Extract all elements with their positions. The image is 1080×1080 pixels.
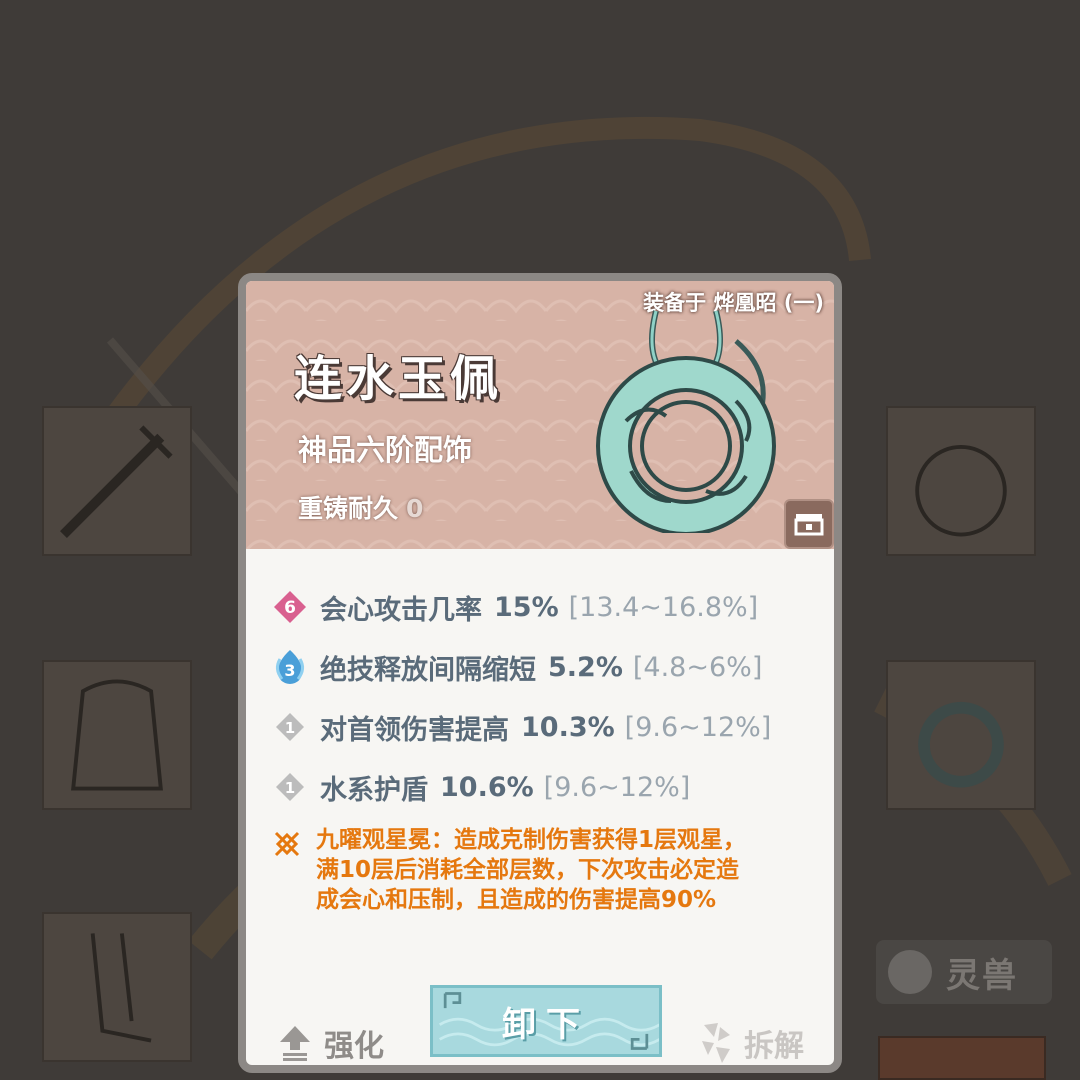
spirit-beast-button[interactable]: 灵兽 bbox=[876, 940, 1052, 1004]
special-effect: 九曜观星冕：造成克制伤害获得1层观星， 满10层后消耗全部层数，下次攻击必定造 … bbox=[272, 825, 812, 915]
unequip-label: 卸下 bbox=[502, 1004, 590, 1045]
badge-number: 1 bbox=[285, 719, 295, 737]
stat-label: 对首领伤害提高 bbox=[320, 714, 509, 746]
durability-label: 重铸耐久 bbox=[298, 494, 399, 523]
badge-number: 3 bbox=[284, 661, 295, 680]
dismantle-label: 拆解 bbox=[744, 1029, 804, 1064]
equipment-slot-accessory[interactable] bbox=[886, 660, 1036, 810]
stat-range: [13.4~16.8%] bbox=[568, 591, 759, 623]
badge-number: 6 bbox=[284, 598, 296, 618]
lock-button[interactable] bbox=[784, 499, 834, 549]
stat-range: [4.8~6%] bbox=[632, 651, 763, 683]
stat-row: 1 水系护盾 10.6% [9.6~12%] bbox=[272, 757, 832, 817]
shatter-icon bbox=[702, 1023, 730, 1063]
stat-value: 10.3% bbox=[521, 711, 615, 743]
item-type: 神品六阶配饰 bbox=[298, 433, 473, 467]
special-effect-line: 九曜观星冕：造成克制伤害获得1层观星， bbox=[316, 827, 747, 853]
durability-value: 0 bbox=[406, 494, 424, 523]
stat-label: 绝技释放间隔缩短 bbox=[320, 654, 536, 686]
equipment-slot-weapon[interactable] bbox=[42, 406, 192, 556]
stat-row: 6 会心攻击几率 15% [13.4~16.8%] bbox=[272, 577, 832, 637]
lock-icon bbox=[794, 514, 824, 536]
tier-1-badge-icon: 1 bbox=[276, 773, 304, 801]
enhance-button[interactable]: 强化 bbox=[278, 1021, 384, 1065]
stat-range: [9.6~12%] bbox=[543, 771, 691, 803]
equipment-slot-boots[interactable] bbox=[42, 912, 192, 1062]
stats-list: 6 会心攻击几率 15% [13.4~16.8%] 3 绝技释放间隔缩短 5.2… bbox=[272, 577, 832, 817]
up-arrow-icon bbox=[280, 1026, 310, 1061]
stat-range: [9.6~12%] bbox=[624, 711, 772, 743]
jade-pendant-icon bbox=[596, 310, 776, 533]
stat-label: 水系护盾 bbox=[320, 774, 428, 806]
stat-value: 10.6% bbox=[440, 771, 534, 803]
stat-row: 1 对首领伤害提高 10.3% [9.6~12%] bbox=[272, 697, 832, 757]
equipment-slot-pouch[interactable] bbox=[886, 406, 1036, 556]
equipment-slot-armor[interactable] bbox=[42, 660, 192, 810]
enhance-label: 强化 bbox=[324, 1029, 384, 1064]
special-effect-line: 成会心和压制，且造成的伤害提高90% bbox=[316, 887, 717, 913]
stat-label: 会心攻击几率 bbox=[320, 594, 482, 626]
stat-row: 3 绝技释放间隔缩短 5.2% [4.8~6%] bbox=[272, 637, 832, 697]
spirit-beast-label: 灵兽 bbox=[946, 955, 1018, 996]
durability: 重铸耐久 0 bbox=[298, 489, 423, 525]
spirit-beast-icon bbox=[888, 950, 932, 994]
item-name: 连水玉佩 bbox=[294, 351, 503, 407]
item-header: 装备于 烨凰昭 (一) 连水玉佩 神品六阶配饰 重铸耐久 0 bbox=[246, 281, 834, 549]
badge-number: 1 bbox=[285, 779, 295, 797]
unequip-button[interactable]: 卸下 bbox=[430, 985, 662, 1057]
special-effect-line: 满10层后消耗全部层数，下次攻击必定造 bbox=[316, 857, 740, 883]
tier-6-badge-icon: 6 bbox=[274, 591, 306, 623]
dismantle-button[interactable]: 拆解 bbox=[698, 1021, 804, 1065]
stat-value: 5.2% bbox=[548, 651, 623, 683]
bottom-right-slot[interactable] bbox=[878, 1036, 1046, 1080]
stat-value: 15% bbox=[494, 591, 559, 623]
item-detail-card: 装备于 烨凰昭 (一) 连水玉佩 神品六阶配饰 重铸耐久 0 6 会心攻击几率 … bbox=[238, 273, 842, 1073]
star-orbit-icon bbox=[274, 831, 300, 857]
tier-1-badge-icon: 1 bbox=[276, 713, 304, 741]
tier-3-badge-icon: 3 bbox=[275, 650, 305, 684]
